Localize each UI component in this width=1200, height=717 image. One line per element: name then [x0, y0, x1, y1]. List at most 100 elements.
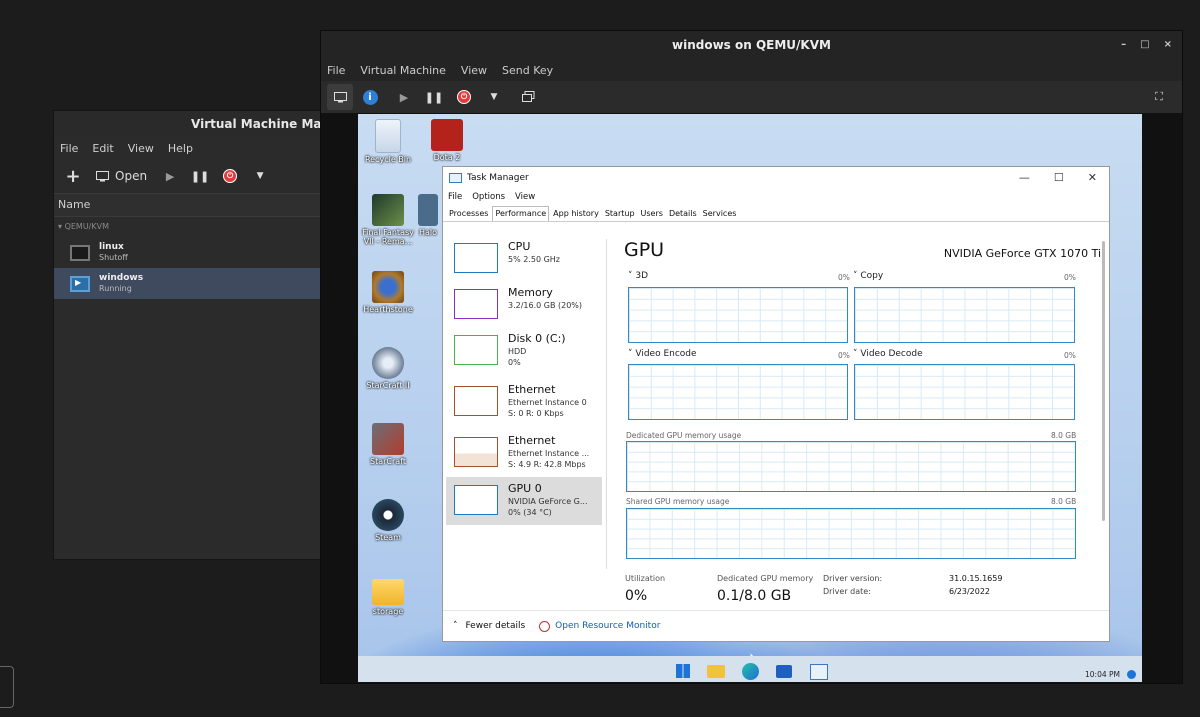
store-taskbar-icon[interactable] — [776, 665, 792, 678]
new-vm-button[interactable]: + — [60, 163, 86, 189]
desktop-icon-storage[interactable]: storage — [359, 575, 417, 616]
hearthstone-icon — [372, 271, 404, 303]
shutdown-button[interactable]: ⏻ — [451, 84, 477, 110]
console-menu-file[interactable]: File — [327, 64, 345, 77]
fewer-details-link[interactable]: ˄ Fewer details — [453, 621, 525, 631]
vm-off-icon — [70, 244, 90, 261]
tm-scrollbar[interactable] — [1102, 241, 1105, 521]
desktop-icon-steam[interactable]: Steam — [359, 499, 417, 542]
perf-item-detail: 5% 2.50 GHz — [508, 255, 561, 264]
edge-taskbar-icon[interactable] — [742, 663, 759, 680]
vmm-menu-file[interactable]: File — [60, 142, 78, 155]
open-label: Open — [115, 169, 148, 183]
notification-badge[interactable] — [1127, 670, 1136, 679]
perf-item-ethernet-1[interactable]: Ethernet Ethernet Instance ... S: 4.9 R:… — [446, 429, 602, 477]
utilization-value: 0% — [625, 588, 648, 604]
engine-pct: 0% — [838, 351, 850, 360]
perf-item-ethernet-0[interactable]: Ethernet Ethernet Instance 0 S: 0 R: 0 K… — [446, 378, 602, 426]
perf-item-cpu[interactable]: CPU 5% 2.50 GHz — [446, 235, 602, 283]
cpu-sparkline — [454, 243, 498, 273]
tab-services[interactable]: Services — [701, 207, 739, 221]
vmm-menu-edit[interactable]: Edit — [92, 142, 113, 155]
guest-desktop[interactable]: Recycle Bin Dota 2 Final Fantasy VII - R… — [358, 114, 1142, 682]
perf-item-disk[interactable]: Disk 0 (C:) HDD 0% — [446, 327, 602, 375]
tab-performance[interactable]: Performance — [492, 206, 550, 221]
vmm-menu-view[interactable]: View — [128, 142, 154, 155]
engine-label: Copy — [860, 271, 884, 281]
desktop-icon-starcraft[interactable]: StarCraft — [359, 423, 417, 466]
tab-startup[interactable]: Startup — [603, 207, 637, 221]
maximize-button[interactable]: □ — [1140, 31, 1149, 59]
shared-memory-max: 8.0 GB — [1051, 497, 1077, 506]
tm-menu-options[interactable]: Options — [472, 192, 505, 202]
tm-menu-view[interactable]: View — [515, 192, 535, 202]
engine-label: 3D — [635, 271, 649, 281]
tm-tabs: Processes Performance App history Startu… — [443, 205, 1109, 222]
snapshots-button[interactable] — [515, 84, 541, 110]
minimize-button[interactable]: – — [1121, 31, 1126, 59]
show-console-button[interactable] — [327, 84, 353, 110]
console-menu-view[interactable]: View — [461, 64, 487, 77]
tm-footer: ˄ Fewer details Open Resource Monitor — [443, 610, 1109, 641]
vmm-title: Virtual Machine Manag — [54, 111, 344, 137]
desktop-icon-halo[interactable]: Halo — [418, 194, 438, 237]
perf-item-name: Disk 0 (C:) — [508, 332, 566, 345]
pause-icon: ❚❚ — [190, 169, 210, 183]
engine-pct: 0% — [1064, 351, 1076, 360]
pause-button[interactable]: ❚❚ — [421, 84, 447, 110]
connection-group[interactable]: ▾ QEMU/KVM — [54, 217, 344, 237]
tm-menu-file[interactable]: File — [448, 192, 462, 202]
tab-users[interactable]: Users — [639, 207, 665, 221]
vm-row-linux[interactable]: linux Shutoff — [54, 237, 344, 268]
console-menu-virtual-machine[interactable]: Virtual Machine — [360, 64, 446, 77]
engine-select-copy[interactable]: ˅ Copy — [853, 271, 883, 281]
perf-item-detail-2: 0% (34 °C) — [508, 508, 552, 517]
final-fantasy-icon — [372, 194, 404, 226]
run-button[interactable]: ▶ — [391, 84, 417, 110]
task-manager-window: Task Manager — ☐ ✕ File Options View Pro… — [442, 166, 1110, 642]
pause-button[interactable]: ❚❚ — [187, 163, 213, 189]
open-button[interactable]: Open — [90, 163, 153, 189]
vm-console-window: windows on QEMU/KVM – □ × File Virtual M… — [320, 30, 1183, 684]
tm-maximize-button[interactable]: ☐ — [1054, 171, 1064, 184]
perf-item-gpu[interactable]: GPU 0 NVIDIA GeForce G... 0% (34 °C) — [446, 477, 602, 525]
vmm-window: Virtual Machine Manag File Edit View Hel… — [53, 110, 345, 560]
shutdown-menu-button[interactable]: ▼ — [481, 84, 507, 110]
engine-select-3d[interactable]: ˅ 3D — [628, 271, 648, 281]
desktop-icon-starcraft2[interactable]: StarCraft II — [359, 347, 417, 390]
show-details-button[interactable]: i — [357, 84, 383, 110]
task-manager-taskbar-icon[interactable] — [810, 664, 828, 680]
fullscreen-icon: ⛶ — [1155, 90, 1163, 103]
engine-select-video-encode[interactable]: ˅ Video Encode — [628, 349, 697, 359]
fullscreen-button[interactable]: ⛶ — [1146, 84, 1172, 110]
pause-icon: ❚❚ — [424, 90, 444, 104]
engine-select-video-decode[interactable]: ˅ Video Decode — [853, 349, 923, 359]
desktop-icon-recycle-bin[interactable]: Recycle Bin — [359, 119, 417, 164]
tab-app-history[interactable]: App history — [551, 207, 601, 221]
tab-details[interactable]: Details — [667, 207, 699, 221]
taskbar-clock[interactable]: 10:04 PM — [1085, 670, 1120, 679]
desktop-icon-dota2[interactable]: Dota 2 — [418, 119, 476, 162]
perf-item-name: Ethernet — [508, 434, 556, 447]
desktop-icon-hearthstone[interactable]: Hearthstone — [359, 271, 417, 314]
console-menu-send-key[interactable]: Send Key — [502, 64, 553, 77]
close-button[interactable]: × — [1164, 31, 1172, 59]
tm-close-button[interactable]: ✕ — [1088, 171, 1097, 184]
start-button[interactable] — [676, 664, 690, 678]
background-window-edge — [0, 666, 14, 708]
shutdown-menu-button[interactable]: ▼ — [247, 163, 273, 189]
sidebar-divider — [606, 239, 607, 569]
vm-row-windows[interactable]: ▶ windows Running — [54, 268, 344, 299]
desktop-icon-label: StarCraft — [370, 457, 406, 466]
vmm-menu-help[interactable]: Help — [168, 142, 193, 155]
desktop-icon-final-fantasy[interactable]: Final Fantasy VII - Rema... — [359, 194, 417, 246]
tab-processes[interactable]: Processes — [447, 207, 490, 221]
perf-item-memory[interactable]: Memory 3.2/16.0 GB (20%) — [446, 281, 602, 329]
open-resource-monitor-link[interactable]: Open Resource Monitor — [539, 620, 660, 632]
file-explorer-taskbar-icon[interactable] — [707, 665, 725, 678]
play-icon: ▶ — [399, 90, 409, 104]
shutdown-button[interactable]: ⏻ — [217, 163, 243, 189]
tm-minimize-button[interactable]: — — [1019, 171, 1030, 184]
column-header-name[interactable]: Name — [54, 193, 344, 217]
run-button[interactable]: ▶ — [157, 163, 183, 189]
